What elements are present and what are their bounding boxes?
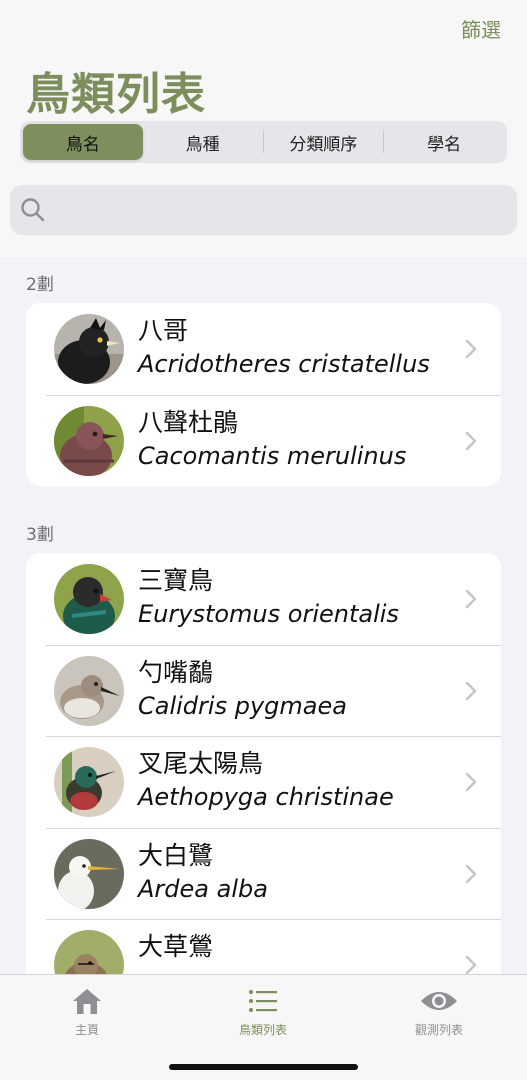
page-title: 鳥類列表 [26, 69, 206, 120]
list-item[interactable]: 八哥 Acridotheres cristatellus [26, 303, 501, 395]
bird-chinese-name: 大白鷺 [138, 840, 214, 870]
list-item[interactable]: 叉尾太陽鳥 Aethopyga christinae [26, 736, 501, 828]
filter-button[interactable]: 篩選 [461, 14, 501, 43]
bird-chinese-name: 大草鶯 [138, 932, 214, 962]
tab-label: 鳥類列表 [238, 1023, 287, 1037]
eye-icon [421, 992, 457, 1010]
bird-photo [54, 930, 124, 974]
tab-home[interactable]: 主頁 [17, 987, 157, 1038]
bird-chinese-name: 三寶鳥 [138, 566, 214, 595]
search-bar[interactable] [10, 185, 517, 235]
bird-chinese-name: 叉尾太陽鳥 [138, 749, 264, 779]
tab-label: 主頁 [74, 1023, 99, 1037]
tab-bird-list[interactable]: 鳥類列表 [193, 987, 333, 1038]
section-card: 三寶鳥 Eurystomus orientalis 勺嘴鷸 Calidris p… [26, 553, 501, 974]
list-item[interactable]: 三寶鳥 Eurystomus orientalis [26, 553, 501, 645]
bird-photo [54, 838, 124, 909]
chevron-right-icon [465, 956, 477, 974]
navigation-header: 篩選 鳥類列表 鳥名 鳥種 分類順序 學名 [0, 0, 527, 258]
list-item[interactable]: 勺嘴鷸 Calidris pygmaea [26, 644, 501, 737]
chevron-right-icon [465, 339, 477, 359]
section-header: 3劃 [26, 525, 54, 545]
list-item[interactable]: 大草鶯 [26, 919, 501, 974]
segment-species[interactable]: 鳥種 [143, 124, 263, 160]
bird-scientific-name: Calidris pygmaea [138, 691, 347, 720]
list-item[interactable]: 八聲杜鵑 Cacomantis merulinus [26, 394, 501, 487]
bird-chinese-name: 八聲杜鵑 [138, 407, 239, 437]
search-icon [21, 198, 45, 222]
segment-bird-name[interactable]: 鳥名 [23, 124, 143, 160]
bird-scientific-name: Cacomantis merulinus [138, 441, 407, 470]
bird-photo [54, 655, 124, 726]
house-icon [73, 989, 101, 1014]
bird-photo [54, 405, 124, 476]
chevron-right-icon [465, 681, 477, 700]
sort-segmented-control: 鳥名 鳥種 分類順序 學名 [20, 121, 507, 163]
bird-photo [54, 564, 124, 634]
search-input[interactable] [54, 195, 504, 225]
bird-list[interactable]: 2劃 八哥 Acridotheres cristatellus 八聲杜鵑 Cac… [0, 258, 527, 974]
bird-photo [54, 314, 124, 384]
bird-chinese-name: 八哥 [138, 316, 189, 345]
tab-observation-list[interactable]: 觀測列表 [369, 987, 509, 1038]
chevron-right-icon [465, 431, 477, 450]
chevron-right-icon [465, 864, 477, 883]
bird-scientific-name: Acridotheres cristatellus [138, 350, 430, 378]
bird-photo [54, 747, 124, 818]
home-indicator [169, 1064, 358, 1070]
bird-scientific-name: Eurystomus orientalis [138, 600, 399, 628]
bird-scientific-name: Ardea alba [138, 874, 268, 903]
list-item[interactable]: 大白鷺 Ardea alba [26, 827, 501, 920]
bird-chinese-name: 勺嘴鷸 [138, 657, 214, 687]
segment-scientific-name[interactable]: 學名 [384, 124, 504, 160]
section-header: 2劃 [26, 275, 54, 295]
bird-scientific-name: Aethopyga christinae [138, 783, 394, 812]
section-card: 八哥 Acridotheres cristatellus 八聲杜鵑 Cacoma… [26, 303, 501, 487]
chevron-right-icon [465, 772, 477, 792]
chevron-right-icon [465, 589, 477, 609]
tab-label: 觀測列表 [414, 1023, 463, 1037]
segment-taxonomic-order[interactable]: 分類順序 [264, 124, 384, 160]
list-icon [249, 990, 277, 1012]
